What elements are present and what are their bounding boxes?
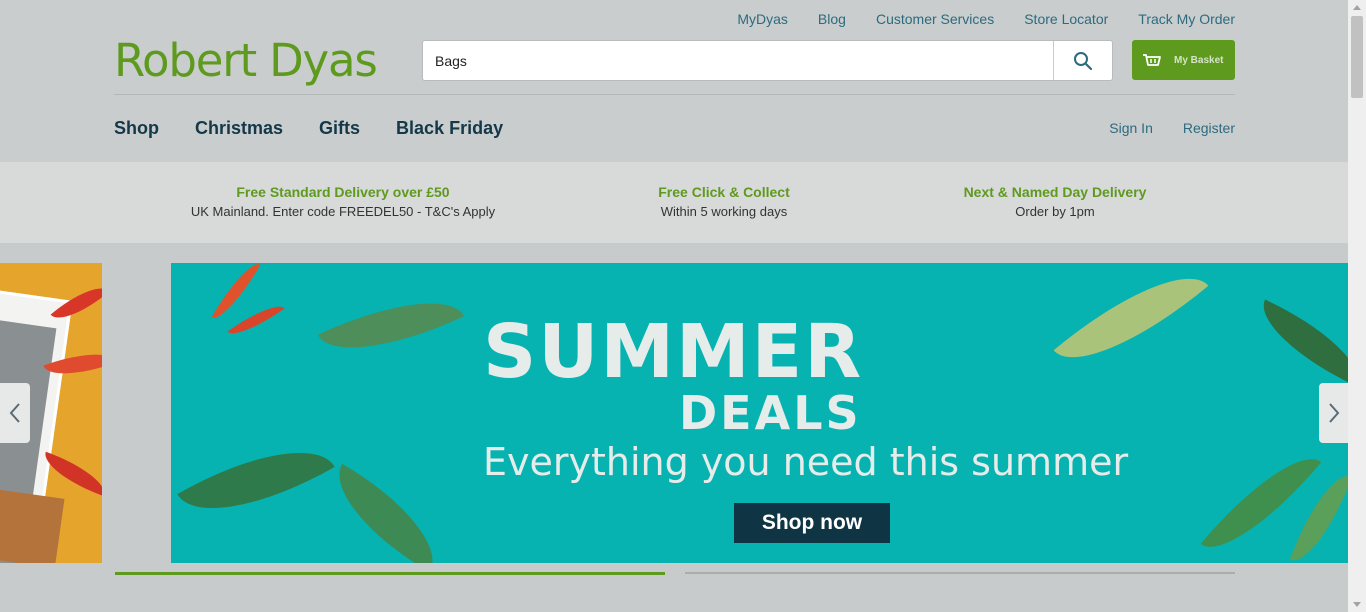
slider-prev-button[interactable] <box>0 383 30 443</box>
basket-label: My Basket <box>1174 54 1224 66</box>
util-link-track-order[interactable]: Track My Order <box>1138 11 1235 27</box>
nav-black-friday[interactable]: Black Friday <box>396 118 503 139</box>
usp-title: Next & Named Day Delivery <box>963 184 1147 200</box>
slide-photo-floor <box>0 487 65 563</box>
scroll-down-icon[interactable] <box>1353 602 1361 607</box>
leaf-decoration <box>177 419 335 542</box>
chevron-right-icon <box>1329 403 1340 423</box>
usp-subtitle: Order by 1pm <box>1015 204 1095 219</box>
search-box <box>422 40 1113 81</box>
header-divider <box>114 94 1235 95</box>
basket-button[interactable]: My Basket <box>1132 40 1235 80</box>
page-scrollbar[interactable] <box>1348 0 1366 612</box>
banner-tagline: Everything you need this summer <box>483 440 1129 484</box>
slide-indicator-active[interactable] <box>115 572 665 575</box>
leaf-decoration <box>317 463 455 563</box>
utility-nav: MyDyas Blog Customer Services Store Loca… <box>737 11 1235 27</box>
leaf-decoration <box>318 275 464 376</box>
account-nav: Sign In Register <box>1109 120 1235 136</box>
flower-decoration <box>227 297 285 343</box>
slide-gap <box>102 263 172 563</box>
scroll-up-icon[interactable] <box>1353 5 1361 10</box>
leaf-decoration <box>1053 263 1209 389</box>
usp-subtitle: Within 5 working days <box>660 204 788 219</box>
util-link-mydyas[interactable]: MyDyas <box>737 11 788 27</box>
usp-bar: Free Standard Delivery over £50 UK Mainl… <box>0 162 1348 243</box>
banner-title: SUMMER <box>483 309 864 395</box>
site-header: Robert Dyas MyDyas Blog Customer Service… <box>0 0 1348 162</box>
banner-subtitle: DEALS <box>679 386 862 440</box>
usp-subtitle: UK Mainland. Enter code FREEDEL50 - T&C'… <box>190 204 496 219</box>
main-nav: Shop Christmas Gifts Black Friday <box>114 118 503 139</box>
hero-slider: SUMMER DEALS Everything you need this su… <box>0 263 1348 563</box>
shop-now-button[interactable]: Shop now <box>734 503 890 543</box>
usp-named-day: Next & Named Day Delivery Order by 1pm <box>964 184 1147 219</box>
usp-title: Free Standard Delivery over £50 <box>236 184 450 200</box>
leaf-decoration <box>1248 299 1348 387</box>
nav-gifts[interactable]: Gifts <box>319 118 360 139</box>
search-input[interactable] <box>423 41 1053 80</box>
util-link-store-locator[interactable]: Store Locator <box>1024 11 1108 27</box>
nav-christmas[interactable]: Christmas <box>195 118 283 139</box>
nav-shop[interactable]: Shop <box>114 118 159 139</box>
search-button[interactable] <box>1053 41 1112 80</box>
chevron-left-icon <box>9 403 20 423</box>
util-link-customer-services[interactable]: Customer Services <box>876 11 994 27</box>
search-icon <box>1074 51 1093 70</box>
register-link[interactable]: Register <box>1183 120 1235 136</box>
summer-deals-banner[interactable]: SUMMER DEALS Everything you need this su… <box>171 263 1348 563</box>
slider-next-button[interactable] <box>1319 383 1349 443</box>
basket-icon <box>1143 54 1161 66</box>
sign-in-link[interactable]: Sign In <box>1109 120 1153 136</box>
usp-free-delivery: Free Standard Delivery over £50 UK Mainl… <box>191 184 495 219</box>
slide-indicator[interactable] <box>685 572 1235 574</box>
usp-click-collect: Free Click & Collect Within 5 working da… <box>658 184 790 219</box>
site-logo[interactable]: Robert Dyas <box>114 34 378 87</box>
scrollbar-thumb[interactable] <box>1351 16 1363 98</box>
util-link-blog[interactable]: Blog <box>818 11 846 27</box>
usp-title: Free Click & Collect <box>658 184 790 200</box>
